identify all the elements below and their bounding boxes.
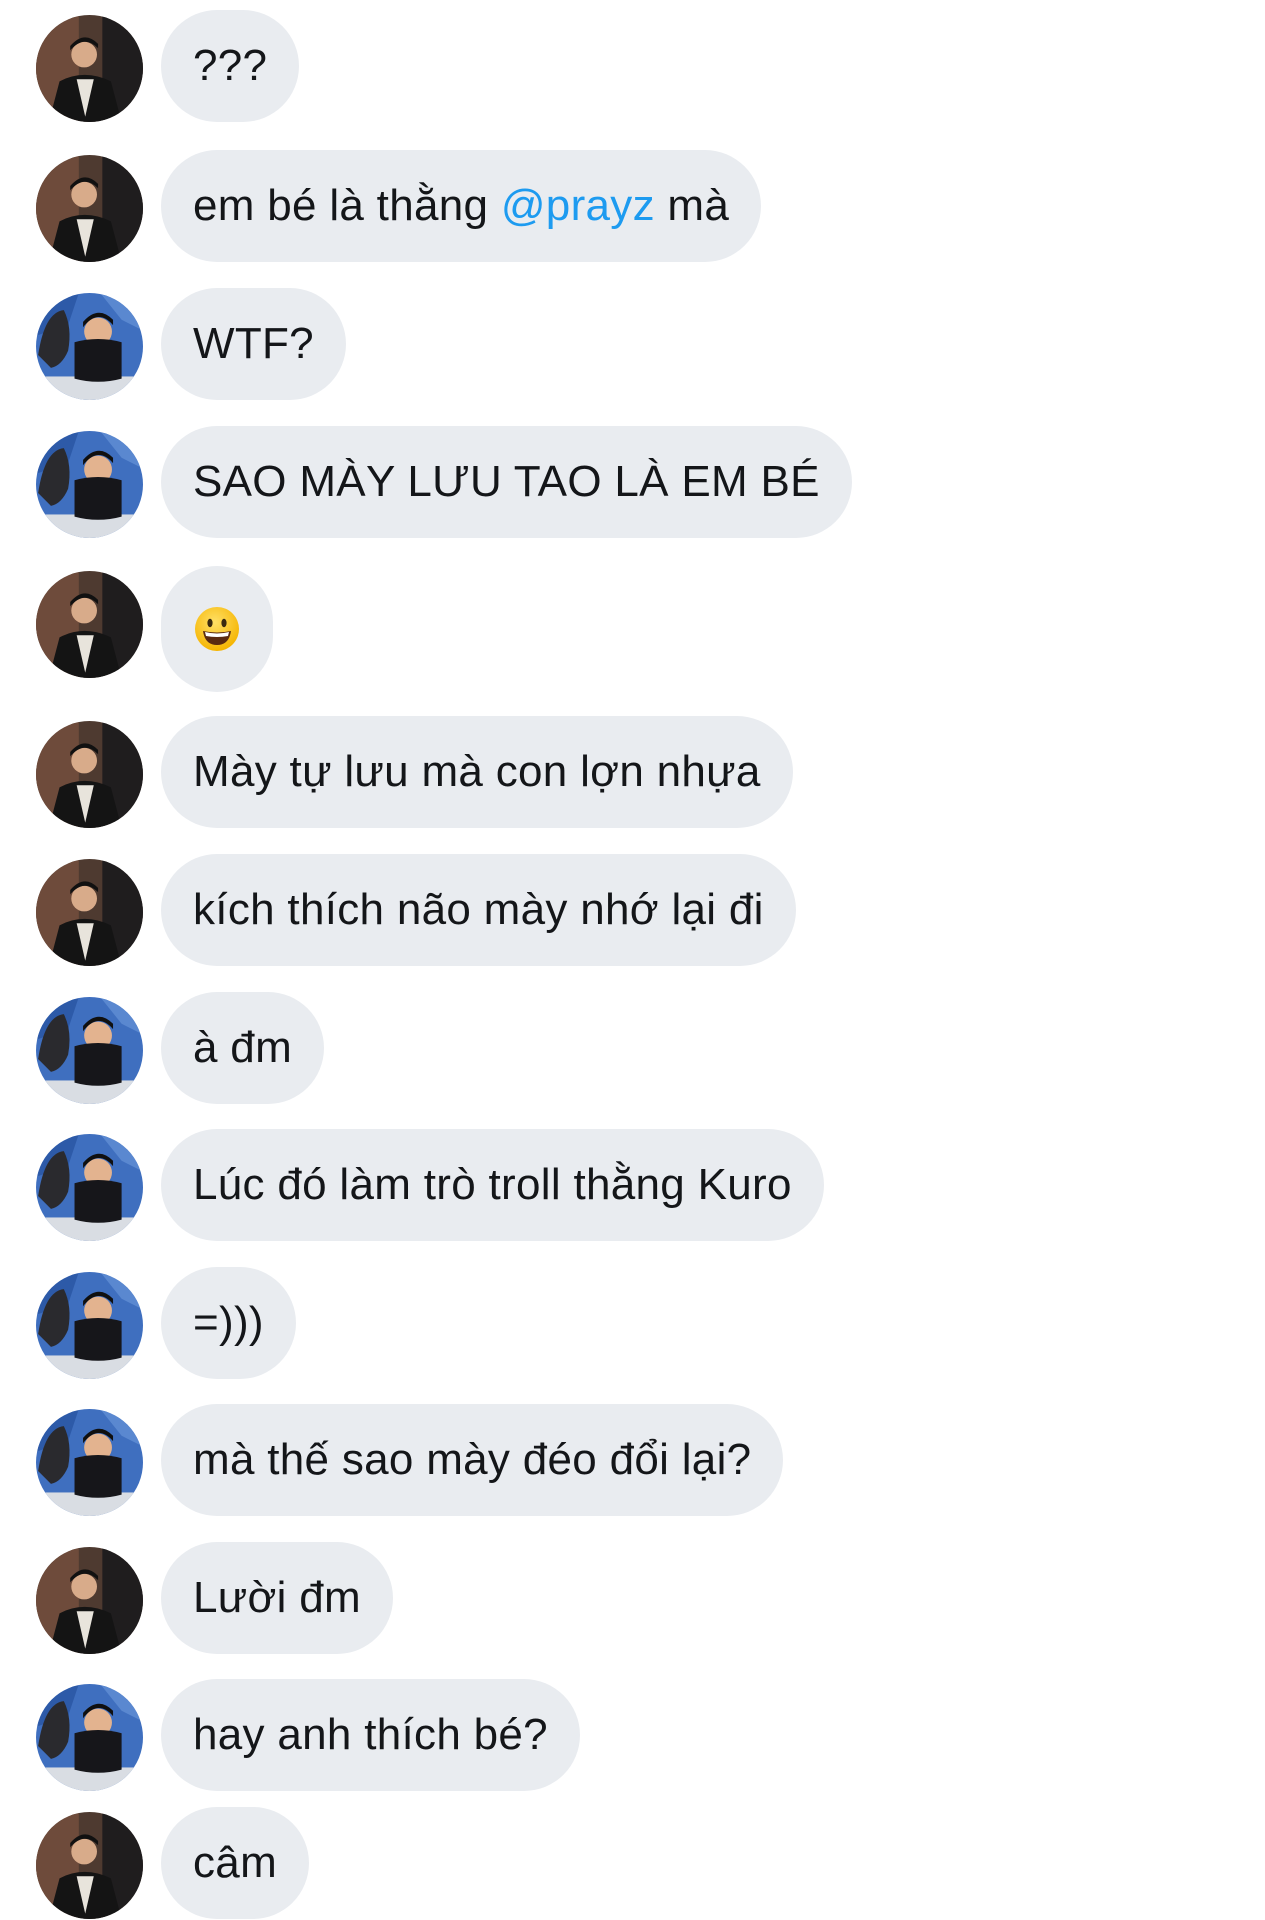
message-text: SAO MÀY LƯU TAO LÀ EM BÉ [193,457,820,506]
message-bubble[interactable]: Lười đm [161,1542,394,1654]
message-bubble[interactable]: Mày tự lưu mà con lợn nhựa [161,716,793,828]
message-text: WTF? [193,319,314,368]
message-bubble[interactable]: à đm [161,992,325,1104]
message-text: câm [193,1838,278,1887]
message-text: em bé là thằng @prayz mà [193,181,729,231]
message-text: mà thế sao mày đéo đổi lại? [193,1435,752,1484]
message-text-part: mà [654,181,730,230]
grinning-face-emoji-icon [193,605,241,653]
avatar[interactable] [36,1409,143,1516]
message-bubble[interactable]: ??? [161,10,300,122]
message-text: Lười đm [193,1573,362,1622]
message-row: =))) [0,1262,1265,1379]
message-row: kích thích não mày nhớ lại đi [0,849,1265,966]
dm-thread: ??? em bé là thằng @prayz mà WTF? SAO MÀ… [0,0,1265,1920]
avatar[interactable] [36,293,143,400]
message-text: hay anh thích bé? [193,1710,548,1759]
avatar[interactable] [36,1812,143,1919]
message-bubble[interactable]: =))) [161,1267,296,1379]
message-bubble[interactable]: câm [161,1807,310,1919]
message-row: Lúc đó làm trò troll thằng Kuro [0,1124,1265,1241]
avatar[interactable] [36,431,143,538]
message-text: ??? [193,41,268,90]
message-row: SAO MÀY LƯU TAO LÀ EM BÉ [0,421,1265,538]
message-row: Mày tự lưu mà con lợn nhựa [0,711,1265,828]
avatar[interactable] [36,1134,143,1241]
message-bubble[interactable]: mà thế sao mày đéo đổi lại? [161,1404,784,1516]
message-bubble[interactable]: kích thích não mày nhớ lại đi [161,854,796,966]
message-bubble[interactable]: SAO MÀY LƯU TAO LÀ EM BÉ [161,426,852,538]
message-bubble[interactable]: WTF? [161,288,346,400]
message-row: à đm [0,987,1265,1104]
avatar[interactable] [36,571,143,678]
message-row: ??? [0,5,1265,122]
message-text: =))) [193,1298,264,1347]
message-row: hay anh thích bé? [0,1674,1265,1791]
message-row: câm [0,1802,1265,1919]
avatar[interactable] [36,721,143,828]
mention-link[interactable]: @prayz [501,181,655,230]
message-row: WTF? [0,283,1265,400]
message-row: mà thế sao mày đéo đổi lại? [0,1399,1265,1516]
message-bubble[interactable]: hay anh thích bé? [161,1679,580,1791]
message-text: kích thích não mày nhớ lại đi [193,885,764,934]
message-text: Mày tự lưu mà con lợn nhựa [193,747,761,796]
message-text: Lúc đó làm trò troll thằng Kuro [193,1160,792,1209]
message-row: Lười đm [0,1537,1265,1654]
message-row: em bé là thằng @prayz mà [0,145,1265,262]
avatar[interactable] [36,1547,143,1654]
avatar[interactable] [36,1684,143,1791]
avatar[interactable] [36,997,143,1104]
avatar[interactable] [36,15,143,122]
message-bubble[interactable]: em bé là thằng @prayz mà [161,150,762,262]
avatar[interactable] [36,859,143,966]
message-text-part: em bé là thằng [193,181,501,230]
avatar[interactable] [36,155,143,262]
message-text: à đm [193,1023,293,1072]
message-row [0,561,1265,692]
avatar[interactable] [36,1272,143,1379]
message-bubble[interactable]: Lúc đó làm trò troll thằng Kuro [161,1129,824,1241]
message-bubble[interactable] [161,566,273,692]
